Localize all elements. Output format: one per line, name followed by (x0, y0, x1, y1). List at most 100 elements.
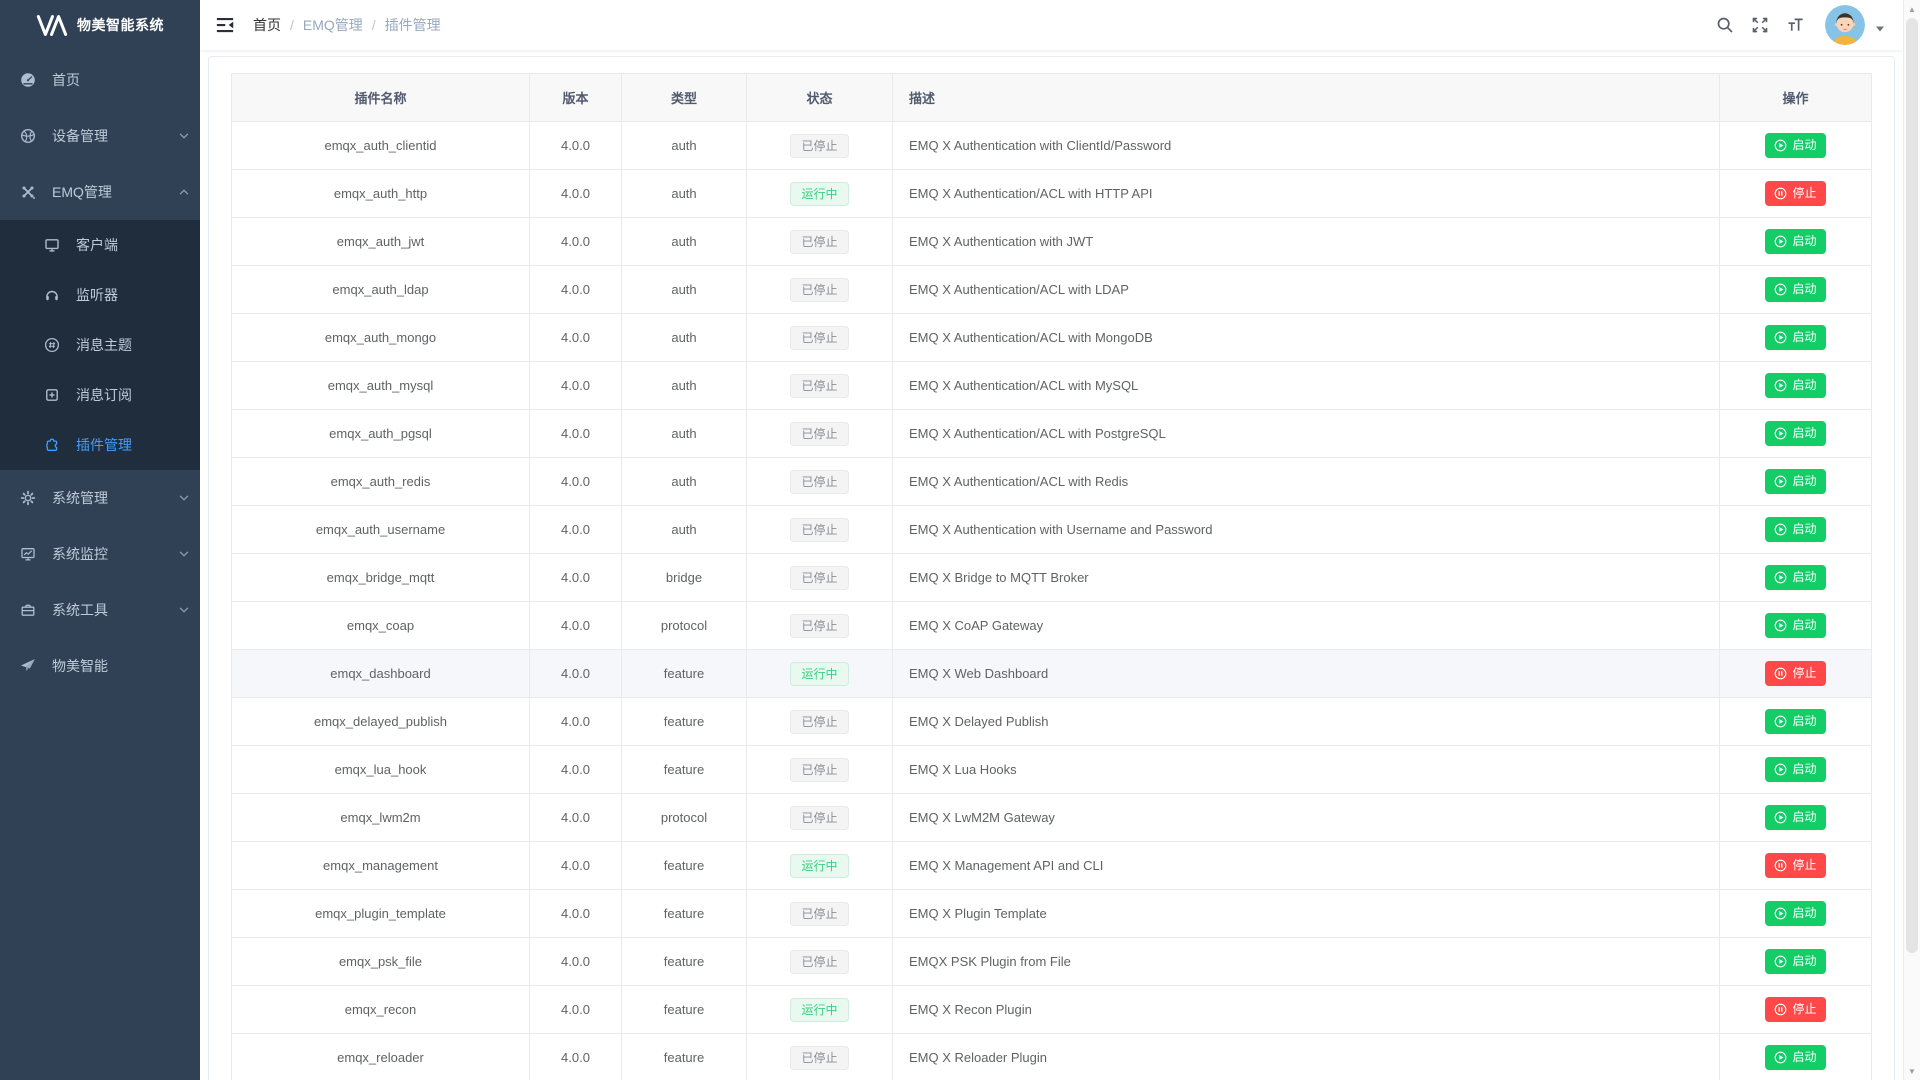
sidebar-item-topics[interactable]: 消息主题 (0, 320, 200, 370)
user-menu[interactable] (1825, 5, 1885, 45)
button-label: 启动 (1792, 330, 1816, 344)
start-button[interactable]: 启动 (1765, 277, 1825, 301)
start-button[interactable]: 启动 (1765, 517, 1825, 541)
scrollbar-down-icon[interactable]: ▼ (1904, 1063, 1920, 1079)
breadcrumb: 首页 / EMQ管理 / 插件管理 (253, 15, 441, 35)
table-row: emqx_lwm2m4.0.0protocol已停止EMQ X LwM2M Ga… (232, 794, 1872, 842)
sidebar-item-listeners[interactable]: 监听器 (0, 270, 200, 320)
pause-circle-icon (1774, 1003, 1787, 1016)
version-cell: 4.0.0 (530, 650, 622, 698)
start-button[interactable]: 启动 (1765, 1045, 1825, 1069)
window-scrollbar[interactable]: ▲ ▼ (1903, 0, 1920, 1080)
start-button[interactable]: 启动 (1765, 805, 1825, 829)
plugin-card: 插件名称 版本 类型 状态 描述 操作 emqx_auth_clientid4.… (208, 56, 1895, 1080)
description-cell: EMQ X Plugin Template (893, 890, 1720, 938)
plugin-name-cell: emqx_auth_mysql (232, 362, 530, 410)
version-cell: 4.0.0 (530, 122, 622, 170)
start-button[interactable]: 启动 (1765, 133, 1825, 157)
table-row: emqx_dashboard4.0.0feature运行中EMQ X Web D… (232, 650, 1872, 698)
start-button[interactable]: 启动 (1765, 373, 1825, 397)
start-button[interactable]: 启动 (1765, 469, 1825, 493)
menu-collapse-icon[interactable] (215, 15, 235, 35)
stop-button[interactable]: 停止 (1765, 853, 1825, 877)
sidebar-item-label: 物美智能 (52, 656, 108, 676)
version-cell: 4.0.0 (530, 170, 622, 218)
play-circle-icon (1774, 955, 1787, 968)
start-button[interactable]: 启动 (1765, 709, 1825, 733)
plugin-name-cell: emqx_coap (232, 602, 530, 650)
breadcrumb-separator: / (290, 17, 294, 33)
type-cell: feature (622, 650, 747, 698)
sidebar-item-subscriptions[interactable]: 消息订阅 (0, 370, 200, 420)
start-button[interactable]: 启动 (1765, 949, 1825, 973)
breadcrumb-separator: / (372, 17, 376, 33)
status-badge: 已停止 (790, 758, 848, 782)
start-button[interactable]: 启动 (1765, 421, 1825, 445)
sidebar-item-plugins[interactable]: 插件管理 (0, 420, 200, 470)
sidebar-item-system-monitor[interactable]: 系统监控 (0, 526, 200, 582)
status-cell: 已停止 (747, 266, 893, 314)
start-button[interactable]: 启动 (1765, 901, 1825, 925)
status-cell: 运行中 (747, 650, 893, 698)
type-cell: auth (622, 122, 747, 170)
avatar[interactable] (1825, 5, 1865, 45)
start-button[interactable]: 启动 (1765, 613, 1825, 637)
col-header-status: 状态 (747, 74, 893, 122)
sidebar-item-device-mgmt[interactable]: 设备管理 (0, 108, 200, 164)
sidebar-item-home[interactable]: 首页 (0, 52, 200, 108)
stop-button[interactable]: 停止 (1765, 181, 1825, 205)
fullscreen-icon[interactable] (1751, 16, 1769, 34)
start-button[interactable]: 启动 (1765, 757, 1825, 781)
description-cell: EMQX PSK Plugin from File (893, 938, 1720, 986)
sidebar-item-clients[interactable]: 客户端 (0, 220, 200, 270)
stop-button[interactable]: 停止 (1765, 997, 1825, 1021)
stop-button[interactable]: 停止 (1765, 661, 1825, 685)
start-button[interactable]: 启动 (1765, 325, 1825, 349)
sidebar-item-label: EMQ管理 (52, 182, 112, 202)
actions-cell: 启动 (1720, 218, 1872, 266)
scrollbar-up-icon[interactable]: ▲ (1904, 1, 1920, 17)
font-size-icon[interactable] (1786, 16, 1804, 34)
sidebar-item-label: 消息订阅 (76, 385, 132, 405)
logo-mark-icon (36, 15, 68, 36)
start-button[interactable]: 启动 (1765, 229, 1825, 253)
description-cell: EMQ X Delayed Publish (893, 698, 1720, 746)
description-cell: EMQ X Bridge to MQTT Broker (893, 554, 1720, 602)
type-cell: protocol (622, 794, 747, 842)
chevron-down-icon (178, 130, 190, 142)
caret-down-icon[interactable] (1875, 25, 1885, 33)
status-badge: 已停止 (790, 422, 848, 446)
actions-cell: 停止 (1720, 842, 1872, 890)
description-cell: EMQ X Authentication/ACL with PostgreSQL (893, 410, 1720, 458)
plugin-name-cell: emqx_auth_username (232, 506, 530, 554)
sidebar-item-system-mgmt[interactable]: 系统管理 (0, 470, 200, 526)
sidebar-item-label: 客户端 (76, 235, 118, 255)
breadcrumb-home[interactable]: 首页 (253, 15, 281, 35)
play-circle-icon (1774, 907, 1787, 920)
scrollbar-thumb[interactable] (1906, 18, 1918, 953)
plugin-name-cell: emqx_auth_ldap (232, 266, 530, 314)
status-cell: 已停止 (747, 122, 893, 170)
breadcrumb-emq[interactable]: EMQ管理 (303, 15, 363, 35)
plugin-name-cell: emqx_management (232, 842, 530, 890)
play-circle-icon (1774, 235, 1787, 248)
sidebar-item-wumei-smart[interactable]: 物美智能 (0, 638, 200, 694)
play-circle-icon (1774, 427, 1787, 440)
version-cell: 4.0.0 (530, 698, 622, 746)
sidebar-menu: 首页设备管理 EMQ管理客户端监听器消息主题消息订阅插件管理系统管理系统监控系统工… (0, 50, 200, 694)
sidebar-item-system-tools[interactable]: 系统工具 (0, 582, 200, 638)
sidebar-item-emq-mgmt[interactable]: EMQ管理 (0, 164, 200, 220)
status-badge: 已停止 (790, 950, 848, 974)
type-cell: bridge (622, 554, 747, 602)
version-cell: 4.0.0 (530, 986, 622, 1034)
table-row: emqx_lua_hook4.0.0feature已停止EMQ X Lua Ho… (232, 746, 1872, 794)
status-badge: 运行中 (790, 182, 848, 206)
play-circle-icon (1774, 571, 1787, 584)
plugin-name-cell: emqx_dashboard (232, 650, 530, 698)
start-button[interactable]: 启动 (1765, 565, 1825, 589)
status-cell: 运行中 (747, 170, 893, 218)
app-title: 物美智能系统 (77, 15, 164, 35)
app-logo[interactable]: 物美智能系统 (0, 0, 200, 50)
search-icon[interactable] (1716, 16, 1734, 34)
table-row: emqx_auth_pgsql4.0.0auth已停止EMQ X Authent… (232, 410, 1872, 458)
